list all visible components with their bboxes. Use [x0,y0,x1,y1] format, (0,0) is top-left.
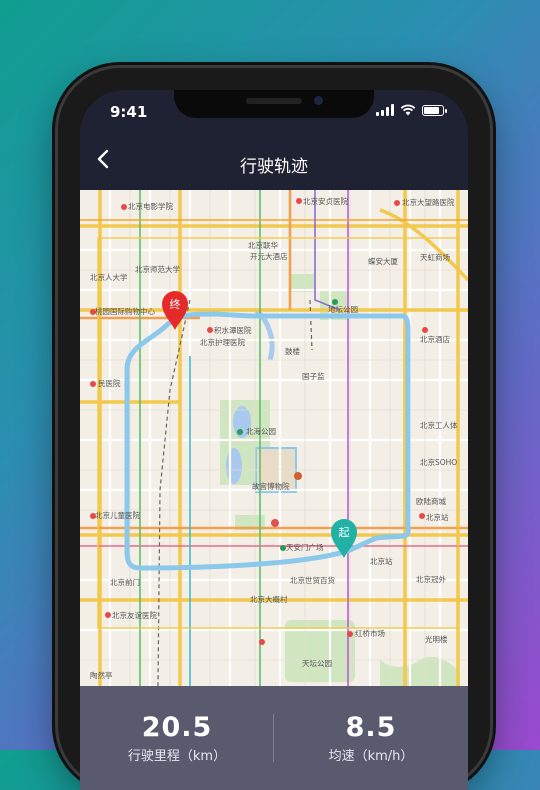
map-label: 北京师范大学 [135,264,180,274]
map-label: 北海公园 [246,426,276,436]
start-marker-label: 起 [339,526,350,539]
speed-label: 均速（km/h） [328,749,414,764]
map-label: 北京站 [426,512,449,522]
map-label: 北京儿童医院 [95,510,140,520]
phone-frame: 9:41 行驶轨迹 北京电影学院 北京安贞医院 北京大望路医院 天虹商场 北京师… [58,68,490,790]
map-label: 北京前门 [110,577,140,587]
map-label: 北京联华 [248,240,278,250]
lake [226,448,242,484]
map-label: 北京站 [370,556,393,566]
wifi-icon [400,104,416,116]
map-label: 北京冠外 [416,574,446,584]
page-title: 行驶轨迹 [240,157,308,177]
map-label: 国子监 [302,371,325,381]
map-label: 北京世贸百货 [290,575,335,585]
map-label: 天虹商场 [420,252,450,262]
map-label: 北京人大学 [90,272,128,282]
map-label: 北京酒店 [420,334,450,344]
map-label: 鼓楼 [285,346,300,356]
map-label: 红桥市场 [355,628,385,638]
map-label: 天安门广场 [286,542,324,552]
cellular-signal-icon [376,104,394,116]
map-label: 北京安贞医院 [303,196,348,206]
distance-label: 行驶里程（km） [127,749,227,764]
end-marker-label: 终 [170,297,181,311]
trip-stats: 20.5 行驶里程（km） 8.5 均速（km/h） [80,686,468,790]
map-label: 北京工人体 [420,420,458,430]
distance-value: 20.5 [141,712,213,743]
map-label: 北京护理医院 [200,337,245,347]
speed-value: 8.5 [345,712,397,743]
distance-stat: 20.5 行驶里程（km） [80,712,274,764]
map-label: 蝶安大厦 [368,256,398,266]
camera [314,96,323,105]
map-label: 地坛公园 [328,304,358,314]
map-label: 积水潭医院 [214,325,252,335]
speed-stat: 8.5 均速（km/h） [274,712,468,764]
map-label: 光明楼 [425,634,448,644]
status-icons [376,104,447,116]
nav-bar: 行驶轨迹 [80,138,468,188]
map-label: 民医院 [98,378,121,388]
map-label: 北京大望路医院 [402,197,455,207]
map-label: 桃园国际购物中心 [95,306,155,316]
speaker [246,98,302,104]
route-map[interactable]: 北京电影学院 北京安贞医院 北京大望路医院 天虹商场 北京师范大学 北京联华 开… [80,190,468,686]
map-label: 天坛公园 [302,658,332,668]
status-time: 9:41 [110,103,148,121]
map-label: 北京电影学院 [128,201,173,211]
map-label: 开元大酒店 [250,251,288,261]
battery-icon [422,105,447,116]
map-label: 北京友谊医院 [112,610,157,620]
map-label: 北京SOHO [420,457,457,467]
map-canvas[interactable]: 北京电影学院 北京安贞医院 北京大望路医院 天虹商场 北京师范大学 北京联华 开… [80,190,468,686]
map-label: 陶然亭 [90,670,113,680]
notch [174,90,374,118]
map-label: 欧陆商城 [416,496,446,506]
phone-screen: 9:41 行驶轨迹 北京电影学院 北京安贞医院 北京大望路医院 天虹商场 北京师… [80,90,468,790]
map-label: 故宫博物院 [252,481,290,491]
map-label: 北京大概村 [250,594,288,604]
